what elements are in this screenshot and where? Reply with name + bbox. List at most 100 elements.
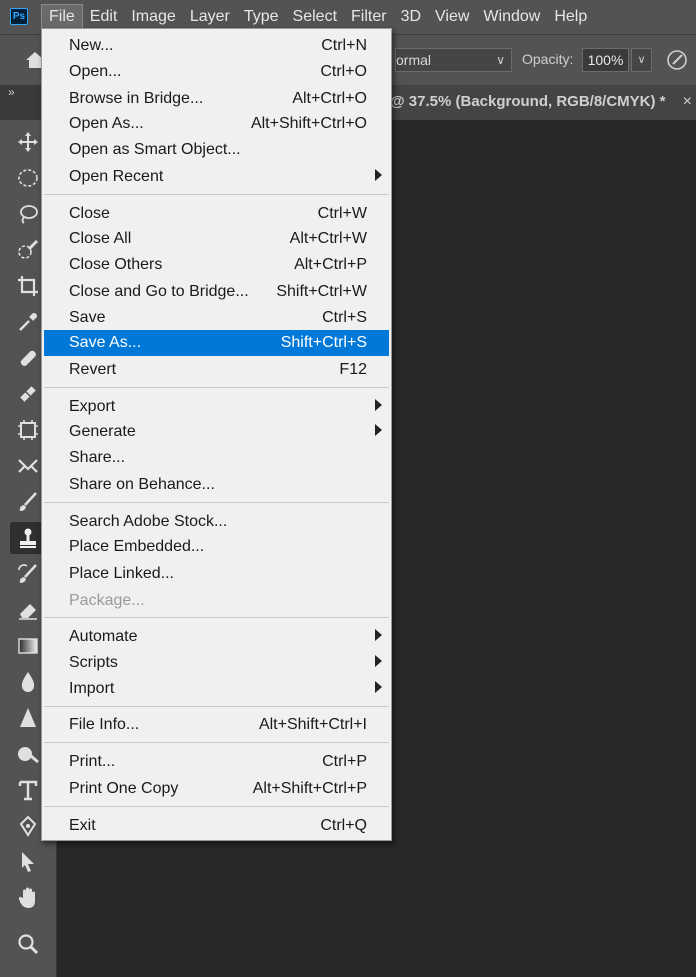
menu-item-file-info[interactable]: File Info... Alt+Shift+Ctrl+I	[44, 712, 389, 738]
menu-item-label: Browse in Bridge...	[69, 90, 204, 107]
menu-item-package: Package...	[44, 588, 389, 614]
submenu-arrow-icon	[375, 681, 382, 693]
menu-item-open[interactable]: Open... Ctrl+O	[44, 59, 389, 85]
submenu-arrow-icon	[375, 655, 382, 667]
menu-item-share[interactable]: Share...	[44, 445, 389, 471]
menu-item-print[interactable]: Print... Ctrl+P	[44, 749, 389, 775]
menu-item-label: Close Others	[69, 256, 163, 273]
blend-mode-select[interactable]: ormal ∨	[395, 48, 512, 72]
menu-item-label: Place Embedded...	[69, 538, 205, 555]
collapse-panels-icon[interactable]: »	[8, 85, 15, 99]
menu-help[interactable]: Help	[547, 0, 594, 34]
menu-item-shortcut: Shift+Ctrl+W	[276, 283, 367, 300]
menu-item-place-linked[interactable]: Place Linked...	[44, 561, 389, 587]
menu-separator	[44, 502, 389, 503]
menu-item-label: File Info...	[69, 716, 140, 733]
menu-separator	[44, 194, 389, 195]
menu-item-label: Close	[69, 205, 110, 222]
menu-item-close-all[interactable]: Close All Alt+Ctrl+W	[44, 226, 389, 252]
menu-item-label: Share...	[69, 449, 126, 466]
menu-item-label: Generate	[69, 423, 136, 440]
menu-item-shortcut: Alt+Shift+Ctrl+I	[258, 716, 367, 733]
submenu-arrow-icon	[375, 424, 382, 436]
menu-item-save[interactable]: Save Ctrl+S	[44, 305, 389, 331]
menu-item-label: Open...	[69, 63, 122, 80]
menu-item-label: Exit	[69, 817, 96, 834]
menu-item-shortcut: Shift+Ctrl+S	[280, 334, 367, 351]
menu-item-automate[interactable]: Automate	[44, 624, 389, 650]
menu-item-revert[interactable]: Revert F12	[44, 357, 389, 383]
menu-item-label: Close All	[69, 230, 132, 247]
submenu-arrow-icon	[375, 629, 382, 641]
menu-separator	[44, 806, 389, 807]
menu-item-label: Revert	[69, 361, 117, 378]
menu-separator	[44, 706, 389, 707]
opacity-dropdown-button[interactable]: ∨	[631, 48, 652, 72]
menu-item-label: Import	[69, 680, 115, 697]
menu-item-new[interactable]: New... Ctrl+N	[44, 33, 389, 59]
menu-3d[interactable]: 3D	[394, 0, 428, 34]
menu-item-close[interactable]: Close Ctrl+W	[44, 201, 389, 227]
photoshop-logo-icon: Ps	[10, 8, 28, 25]
menu-item-print-one-copy[interactable]: Print One Copy Alt+Shift+Ctrl+P	[44, 776, 389, 802]
menu-item-import[interactable]: Import	[44, 676, 389, 702]
menu-item-export[interactable]: Export	[44, 394, 389, 420]
menu-item-label: Save	[69, 309, 106, 326]
menu-item-generate[interactable]: Generate	[44, 419, 389, 445]
menu-item-label: Open Recent	[69, 168, 164, 185]
menu-item-scripts[interactable]: Scripts	[44, 650, 389, 676]
menu-item-label: Print...	[69, 753, 116, 770]
pressure-opacity-icon[interactable]	[665, 48, 689, 72]
menu-item-shortcut: Alt+Ctrl+W	[289, 230, 367, 247]
menu-item-shortcut: Alt+Shift+Ctrl+O	[250, 115, 367, 132]
menu-item-shortcut: Ctrl+S	[322, 309, 367, 326]
menu-item-open-as[interactable]: Open As... Alt+Shift+Ctrl+O	[44, 111, 389, 137]
menu-item-shortcut: Ctrl+W	[317, 205, 367, 222]
menu-item-exit[interactable]: Exit Ctrl+Q	[44, 813, 389, 839]
zoom-tool-icon[interactable]	[10, 928, 46, 960]
file-menu-dropdown: New... Ctrl+N Open... Ctrl+O Browse in Bri…	[41, 28, 392, 841]
menu-file[interactable]: File	[41, 4, 83, 30]
menu-item-open-as-smart-object[interactable]: Open as Smart Object...	[44, 137, 389, 163]
menu-item-label: Open as Smart Object...	[69, 141, 241, 158]
menu-item-place-embedded[interactable]: Place Embedded...	[44, 534, 389, 560]
hand-tool-icon[interactable]	[10, 882, 46, 914]
menu-item-close-others[interactable]: Close Others Alt+Ctrl+P	[44, 252, 389, 278]
menu-item-label: Search Adobe Stock...	[69, 513, 228, 530]
opacity-label: Opacity:	[522, 51, 574, 67]
path-selection-tool-icon[interactable]	[10, 846, 46, 878]
menu-item-label: Print One Copy	[69, 780, 179, 797]
menu-item-label: Save As...	[69, 334, 142, 351]
menu-separator	[44, 387, 389, 388]
menu-item-save-as[interactable]: Save As... Shift+Ctrl+S	[44, 330, 389, 356]
menu-item-close-and-go-to-bridge[interactable]: Close and Go to Bridge... Shift+Ctrl+W	[44, 279, 389, 305]
menu-separator	[44, 617, 389, 618]
menu-separator	[44, 742, 389, 743]
menu-item-shortcut: Alt+Ctrl+O	[292, 90, 367, 107]
menu-item-browse-in-bridge[interactable]: Browse in Bridge... Alt+Ctrl+O	[44, 86, 389, 112]
menu-item-shortcut: Ctrl+Q	[320, 817, 367, 834]
menu-item-label: Place Linked...	[69, 565, 174, 582]
menu-item-shortcut: Alt+Ctrl+P	[294, 256, 367, 273]
close-icon[interactable]: ×	[683, 85, 692, 119]
menu-view[interactable]: View	[428, 0, 476, 34]
menu-window[interactable]: Window	[476, 0, 547, 34]
menu-item-label: Open As...	[69, 115, 144, 132]
menu-item-shortcut: Ctrl+P	[322, 753, 367, 770]
menu-item-label: Automate	[69, 628, 138, 645]
menu-item-share-on-behance[interactable]: Share on Behance...	[44, 472, 389, 498]
menu-item-label: Export	[69, 398, 116, 415]
submenu-arrow-icon	[375, 169, 382, 181]
menu-item-shortcut: Ctrl+N	[321, 37, 367, 54]
menu-item-shortcut: Ctrl+O	[320, 63, 367, 80]
menu-item-search-adobe-stock[interactable]: Search Adobe Stock...	[44, 509, 389, 535]
opacity-input[interactable]: 100%	[582, 48, 629, 72]
submenu-arrow-icon	[375, 399, 382, 411]
document-tab[interactable]: @ 37.5% (Background, RGB/8/CMYK) * ×	[390, 85, 696, 120]
blend-mode-value: ormal	[396, 52, 432, 68]
menu-item-label: New...	[69, 37, 114, 54]
document-tab-title: @ 37.5% (Background, RGB/8/CMYK) *	[390, 93, 666, 110]
menu-item-open-recent[interactable]: Open Recent	[44, 164, 389, 190]
menu-item-shortcut: Alt+Shift+Ctrl+P	[252, 780, 367, 797]
chevron-down-icon: ∨	[496, 53, 505, 67]
